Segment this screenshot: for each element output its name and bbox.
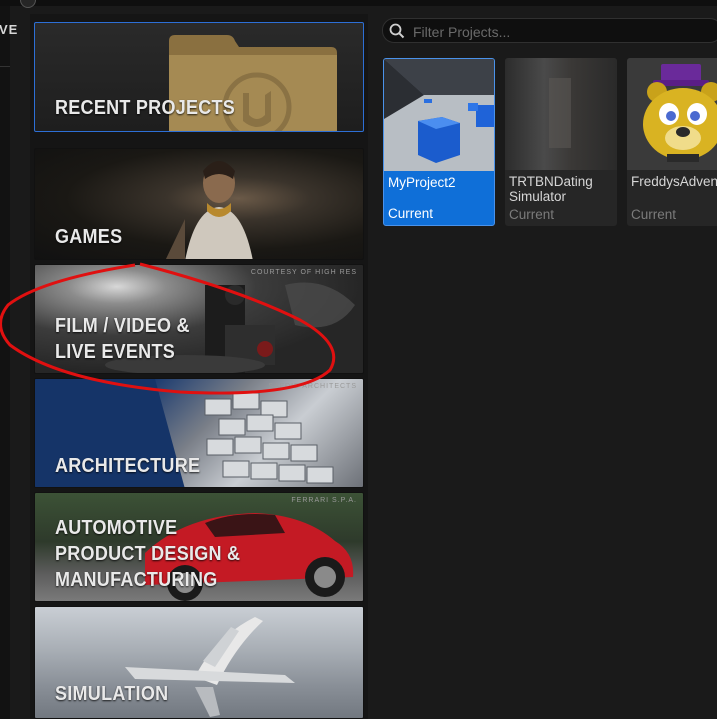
category-label: AUTOMOTIVE PRODUCT DESIGN & MANUFACTURIN… xyxy=(55,517,241,591)
category-label: GAMES xyxy=(55,226,123,248)
search-icon xyxy=(389,23,405,39)
category-label: FILM / VIDEO & LIVE EVENTS xyxy=(55,315,190,363)
window-control-icon[interactable] xyxy=(20,0,36,8)
project-tile[interactable]: TRTBNDating Simulator Current xyxy=(505,58,617,226)
image-credit: SAFDIE ARCHITECTS xyxy=(268,383,357,390)
category-architecture[interactable]: SAFDIE ARCHITECTS ARCHITECTURE xyxy=(34,378,364,488)
search-input[interactable] xyxy=(411,21,705,43)
side-strip-divider xyxy=(0,66,10,67)
project-name: FreddysAdvent xyxy=(631,174,717,189)
side-strip-label: VE xyxy=(0,22,19,37)
project-status: Current xyxy=(388,206,434,221)
project-name: MyProject2 xyxy=(388,175,456,190)
image-credit: COURTESY OF HIGH RES xyxy=(250,269,357,276)
category-recent-projects[interactable]: RECENT PROJECTS xyxy=(34,22,364,132)
image-credit: FERRARI S.P.A. xyxy=(291,497,357,504)
category-label: ARCHITECTURE xyxy=(55,455,201,477)
category-film-video-live-events[interactable]: COURTESY OF HIGH RES FILM / VIDEO & LIVE… xyxy=(34,264,364,374)
category-automotive[interactable]: FERRARI S.P.A. AUTOMOTIVE PRODUCT DESIGN… xyxy=(34,492,364,602)
project-thumbnail xyxy=(384,59,494,171)
window-top-bar xyxy=(0,0,717,8)
category-games[interactable]: GAMES xyxy=(34,148,364,260)
project-status: Current xyxy=(631,207,677,222)
project-status: Current xyxy=(509,207,555,222)
filter-projects-search xyxy=(382,18,717,43)
project-thumbnail xyxy=(505,58,617,170)
side-strip: VE xyxy=(0,6,17,719)
project-tile[interactable]: MyProject2 Current xyxy=(383,58,495,226)
project-thumbnail xyxy=(627,58,717,170)
project-name: TRTBNDating Simulator xyxy=(509,174,593,204)
category-label: SIMULATION xyxy=(55,683,169,705)
project-tile[interactable]: FreddysAdvent Current xyxy=(627,58,717,226)
category-simulation[interactable]: SIMULATION xyxy=(34,606,364,719)
category-label: RECENT PROJECTS xyxy=(55,97,236,119)
